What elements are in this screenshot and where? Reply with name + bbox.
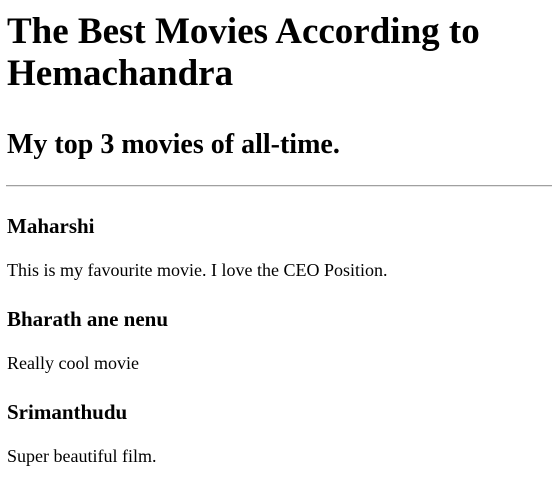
page-subtitle: My top 3 movies of all-time. [7, 129, 340, 160]
divider [6, 185, 552, 187]
movie-item: Srimanthudu Super beautiful film. [7, 400, 552, 467]
movie-item: Maharshi This is my favourite movie. I l… [7, 214, 552, 281]
movie-description: Really cool movie [7, 353, 139, 373]
movie-title: Maharshi [7, 214, 95, 238]
movie-title: Srimanthudu [7, 400, 128, 424]
movie-title: Bharath ane nenu [7, 307, 169, 331]
movie-item: Bharath ane nenu Really cool movie [7, 307, 552, 374]
movie-description: This is my favourite movie. I love the C… [7, 260, 388, 280]
movie-description: Super beautiful film. [7, 446, 157, 466]
page-title: The Best Movies According to Hemachandra [7, 11, 480, 94]
